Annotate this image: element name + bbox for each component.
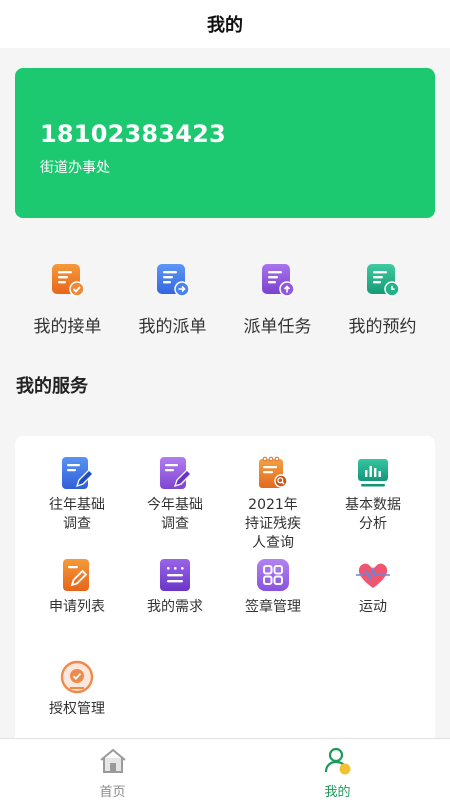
service-data-analysis[interactable]: 基本数据 分析	[323, 456, 423, 534]
quick-label: 我的接单	[33, 317, 102, 337]
service-current-survey[interactable]: 今年基础 调查	[125, 456, 225, 534]
order-dispatch-icon	[156, 264, 190, 297]
seal-management-icon	[257, 559, 289, 591]
service-application-list[interactable]: 申请列表	[27, 558, 127, 617]
tab-label: 我的	[324, 785, 351, 800]
quick-my-dispatches[interactable]: 我的派单	[120, 262, 225, 346]
service-exercise[interactable]: 运动	[323, 558, 423, 617]
disability-query-icon	[259, 456, 288, 488]
profile-organization: 街道办事处	[40, 160, 110, 176]
profile-phone: 18102383423	[40, 120, 226, 148]
top-bar: 我的	[0, 0, 450, 48]
past-survey-icon	[62, 457, 94, 489]
quick-label: 我的派单	[138, 317, 207, 337]
quick-dispatch-tasks[interactable]: 派单任务	[225, 262, 330, 346]
quick-my-orders[interactable]: 我的接单	[15, 262, 120, 346]
tab-home[interactable]: 首页	[0, 739, 225, 800]
quick-label: 我的预约	[348, 317, 417, 337]
service-label: 签章管理	[245, 599, 301, 615]
service-label: 我的需求	[147, 599, 203, 615]
service-label: 运动	[359, 599, 387, 615]
page-title: 我的	[207, 15, 243, 36]
data-analysis-icon	[358, 459, 388, 487]
appointment-icon	[366, 264, 400, 297]
quick-label: 派单任务	[243, 317, 312, 337]
service-my-needs[interactable]: 我的需求	[125, 558, 225, 617]
my-needs-icon	[160, 559, 190, 591]
order-accept-icon	[51, 264, 85, 297]
current-survey-icon	[160, 457, 192, 489]
tab-mine[interactable]: 我的	[225, 739, 450, 800]
service-label: 2021年 持证残疾 人查询	[245, 497, 301, 551]
service-label: 往年基础 调查	[49, 497, 105, 532]
services-section-title: 我的服务	[16, 376, 88, 397]
service-label: 今年基础 调查	[147, 497, 203, 532]
services-panel: 往年基础 调查 今年基础 调查 2021年 持证残疾 人查询 基本数据 分析 申…	[15, 436, 435, 746]
service-label: 基本数据 分析	[345, 497, 401, 532]
service-seal-management[interactable]: 签章管理	[223, 558, 323, 617]
service-label: 授权管理	[49, 701, 105, 717]
service-disability-query[interactable]: 2021年 持证残疾 人查询	[223, 456, 323, 553]
tab-label: 首页	[99, 785, 126, 800]
home-icon	[99, 748, 126, 773]
bottom-tab-bar: 首页 我的	[0, 738, 450, 800]
authorization-icon	[60, 660, 94, 694]
profile-card[interactable]: 18102383423 街道办事处	[15, 68, 435, 218]
application-list-icon	[63, 559, 89, 591]
mine-icon	[324, 747, 350, 775]
exercise-heart-icon	[356, 563, 390, 588]
service-label: 申请列表	[49, 599, 105, 615]
service-past-survey[interactable]: 往年基础 调查	[27, 456, 127, 534]
quick-actions: 我的接单 我的派单 派单任务 我的预约	[15, 262, 435, 346]
quick-my-appointments[interactable]: 我的预约	[330, 262, 435, 346]
service-authorization[interactable]: 授权管理	[27, 660, 127, 719]
dispatch-task-icon	[261, 264, 295, 297]
